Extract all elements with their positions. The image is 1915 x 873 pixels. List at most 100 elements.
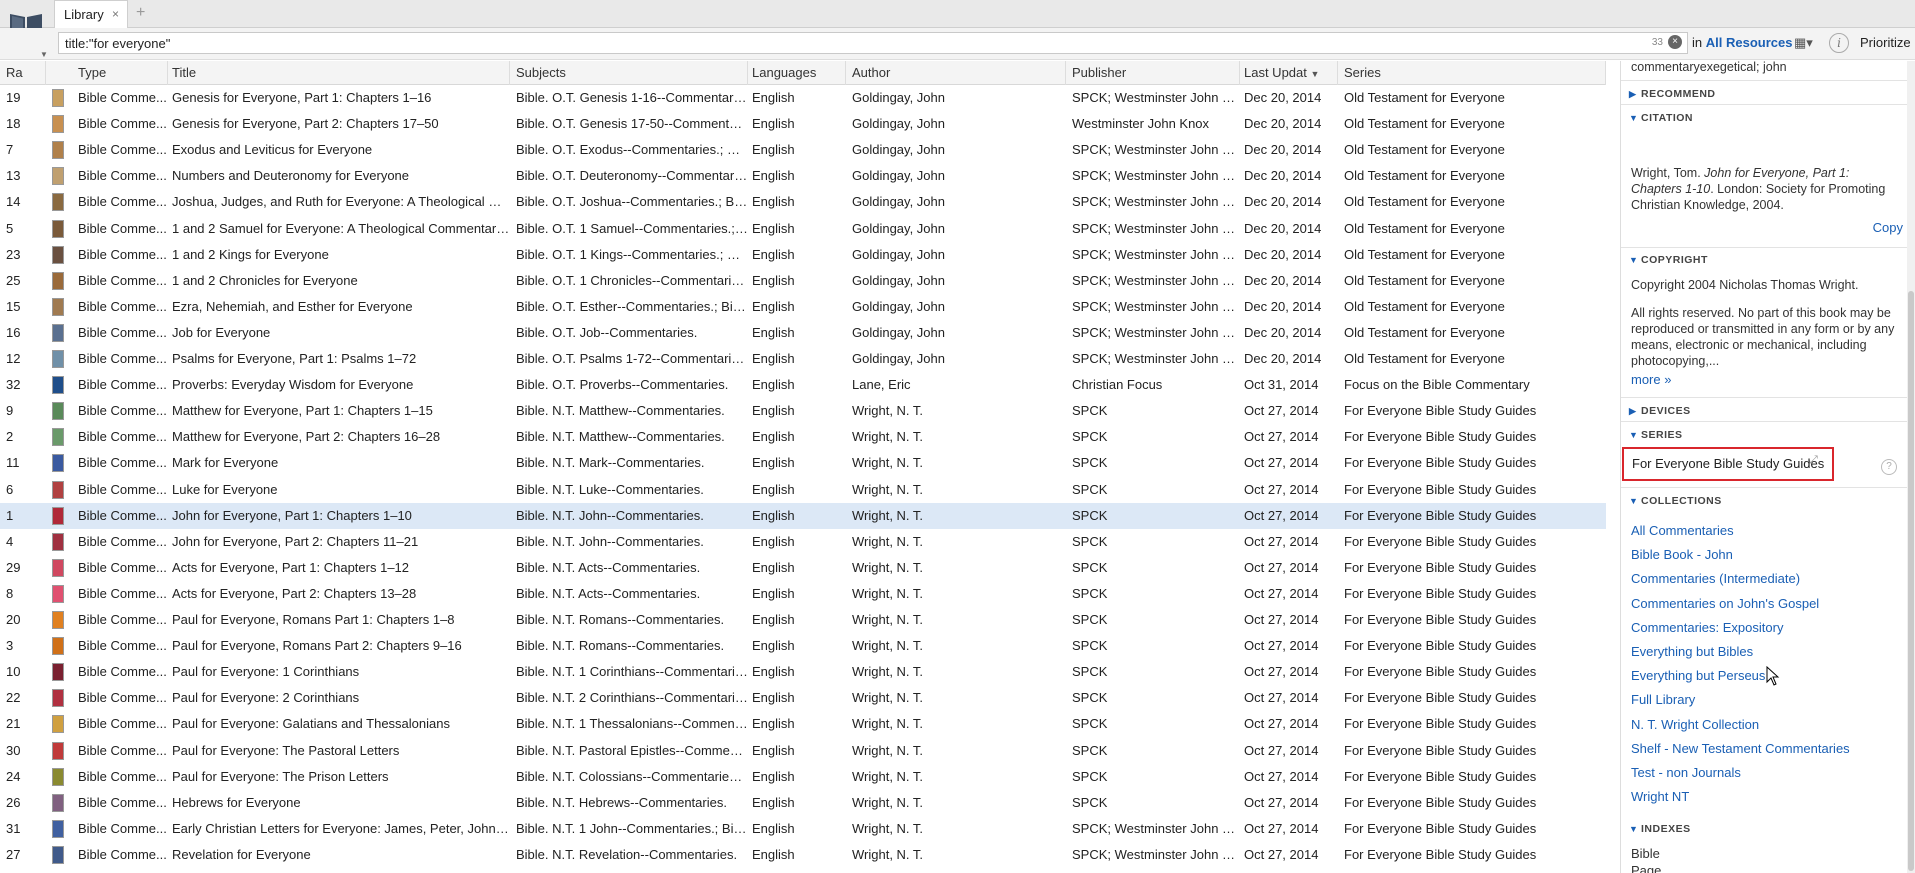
table-row[interactable]: 31 Bible Comme... Early Christian Letters … [0, 816, 1606, 842]
help-icon[interactable]: ? [1881, 459, 1897, 475]
sort-caret-icon[interactable]: ▼ [40, 50, 48, 59]
more-link[interactable]: more » [1631, 372, 1671, 387]
table-row[interactable]: 9 Bible Comme... Matthew for Everyone, Par… [0, 398, 1606, 424]
col-header-rank[interactable]: Ra [0, 61, 46, 85]
info-icon[interactable]: i [1829, 33, 1849, 53]
table-row[interactable]: 7 Bible Comme... Exodus and Leviticus for … [0, 137, 1606, 163]
col-header-last-updated[interactable]: Last Updat ▼ [1238, 61, 1338, 85]
scrollbar-thumb[interactable] [1908, 291, 1914, 871]
cell-series: For Everyone Bible Study Guides [1344, 612, 1537, 627]
tab-close-icon[interactable]: × [112, 7, 119, 21]
table-row[interactable]: 18 Bible Comme... Genesis for Everyone, Pa… [0, 111, 1606, 137]
collection-link[interactable]: Everything but Bibles [1631, 644, 1753, 659]
cell-last-updated: Dec 20, 2014 [1244, 116, 1322, 132]
collection-link[interactable]: Wright NT [1631, 789, 1689, 804]
col-header-series[interactable]: Series [1338, 61, 1606, 85]
table-row[interactable]: 27 Bible Comme... Revelation for Everyone B… [0, 842, 1606, 868]
index-page[interactable]: Page [1631, 863, 1901, 873]
cell-series: For Everyone Bible Study Guides [1344, 716, 1537, 732]
cell-subjects: Bible. O.T. Exodus--Commentaries.; Bibl.… [516, 142, 748, 158]
cell-publisher: SPCK [1072, 716, 1108, 732]
col-header-title[interactable]: Title [166, 61, 510, 85]
book-cover-icon [52, 115, 64, 134]
section-devices[interactable]: ▶ DEVICES [1629, 405, 1691, 417]
prioritize-button[interactable]: Prioritize [1860, 35, 1911, 50]
cell-language: English [752, 638, 795, 654]
copy-citation-button[interactable]: Copy [1873, 220, 1903, 235]
section-citation[interactable]: ▼ CITATION [1629, 112, 1693, 124]
collection-link[interactable]: Bible Book - John [1631, 547, 1733, 562]
col-header-type[interactable]: Type [72, 61, 168, 85]
cell-language: English [752, 768, 795, 784]
cell-rank: 24 [6, 768, 21, 784]
section-indexes[interactable]: ▼ INDEXES [1629, 823, 1691, 835]
cell-last-updated: Dec 20, 2014 [1244, 324, 1322, 340]
collection-link[interactable]: Full Library [1631, 692, 1695, 707]
index-bible[interactable]: Bible [1631, 846, 1901, 862]
table-row[interactable]: 24 Bible Comme... Paul for Everyone: The P… [0, 764, 1606, 790]
col-header-publisher[interactable]: Publisher [1066, 61, 1240, 85]
table-row[interactable]: 21 Bible Comme... Paul for Everyone: Galat… [0, 711, 1606, 737]
table-row[interactable]: 15 Bible Comme... Ezra, Nehemiah, and Esth… [0, 294, 1606, 320]
section-collections[interactable]: ▼ COLLECTIONS [1629, 495, 1722, 507]
section-recommend[interactable]: ▶ RECOMMEND [1629, 88, 1716, 100]
cell-rank: 8 [6, 585, 14, 601]
table-row[interactable]: 16 Bible Comme... Job for Everyone Bible. O… [0, 320, 1606, 346]
new-tab-icon[interactable]: + [136, 4, 145, 22]
search-input[interactable]: title:"for everyone" 33 × [58, 32, 1688, 54]
book-cover-icon [52, 323, 64, 342]
table-row[interactable]: 1 Bible Comme... John for Everyone, Part 1… [0, 502, 1606, 529]
view-mode-icon[interactable]: ▦▾ [1794, 35, 1813, 51]
table-row[interactable]: 10 Bible Comme... Paul for Everyone: 1 Cor… [0, 659, 1606, 685]
table-row[interactable]: 19 Bible Comme... Genesis for Everyone, Pa… [0, 85, 1606, 111]
table-row[interactable]: 25 Bible Comme... 1 and 2 Chronicles for E… [0, 268, 1606, 294]
edit-expand-icon[interactable]: ⤢ [1809, 454, 1818, 467]
collection-link[interactable]: Commentaries (Intermediate) [1631, 571, 1800, 586]
collection-link[interactable]: Test - non Journals [1631, 765, 1741, 780]
table-row[interactable]: 23 Bible Comme... 1 and 2 Kings for Everyo… [0, 242, 1606, 268]
table-row[interactable]: 26 Bible Comme... Hebrews for Everyone Bibl… [0, 790, 1606, 816]
cell-last-updated: Dec 20, 2014 [1244, 351, 1322, 366]
col-header-subjects[interactable]: Subjects [510, 61, 748, 85]
tab-library[interactable]: Library × [54, 0, 128, 28]
collection-link[interactable]: Everything but Perseus [1631, 668, 1765, 683]
section-copyright[interactable]: ▼ COPYRIGHT [1629, 254, 1708, 266]
table-row[interactable]: 5 Bible Comme... 1 and 2 Samuel for Everyo… [0, 216, 1606, 242]
cell-last-updated: Oct 27, 2014 [1244, 742, 1319, 758]
book-cover-icon [52, 167, 64, 186]
cell-title: Paul for Everyone: The Pastoral Letters [172, 742, 400, 758]
cell-last-updated: Dec 20, 2014 [1244, 194, 1322, 210]
table-row[interactable]: 30 Bible Comme... Paul for Everyone: The P… [0, 738, 1606, 764]
cell-subjects: Bible. O.T. 1 Chronicles--Commentaries.;… [516, 272, 748, 288]
collection-link[interactable]: Commentaries: Expository [1631, 620, 1783, 635]
cell-series: Old Testament for Everyone [1344, 90, 1505, 105]
table-row[interactable]: 32 Bible Comme... Proverbs: Everyday Wisdo… [0, 372, 1606, 398]
table-row[interactable]: 6 Bible Comme... Luke for Everyone Bible. N… [0, 477, 1606, 503]
series-field[interactable]: For Everyone Bible Study Guides ⤢ [1622, 447, 1834, 481]
result-count: 33 [1651, 37, 1663, 48]
table-row[interactable]: 22 Bible Comme... Paul for Everyone: 2 Cor… [0, 685, 1606, 711]
table-row[interactable]: 12 Bible Comme... Psalms for Everyone, Par… [0, 346, 1606, 372]
table-row[interactable]: 13 Bible Comme... Numbers and Deuteronomy … [0, 163, 1606, 189]
clear-search-icon[interactable]: × [1668, 35, 1682, 49]
collection-link[interactable]: N. T. Wright Collection [1631, 717, 1759, 732]
collection-link[interactable]: Shelf - New Testament Commentaries [1631, 741, 1850, 756]
resource-scope-link[interactable]: All Resources [1706, 35, 1793, 50]
col-header-author[interactable]: Author [846, 61, 1066, 85]
book-cover-icon [52, 767, 64, 786]
cell-publisher: SPCK; Westminster John Knox [1072, 272, 1240, 288]
col-header-languages[interactable]: Languages [746, 61, 846, 85]
collection-link[interactable]: All Commentaries [1631, 523, 1734, 538]
table-row[interactable]: 29 Bible Comme... Acts for Everyone, Part … [0, 555, 1606, 581]
table-row[interactable]: 20 Bible Comme... Paul for Everyone, Roman… [0, 607, 1606, 633]
table-row[interactable]: 4 Bible Comme... John for Everyone, Part 2… [0, 529, 1606, 555]
panel-scrollbar[interactable] [1907, 61, 1915, 873]
table-row[interactable]: 8 Bible Comme... Acts for Everyone, Part 2… [0, 581, 1606, 607]
table-row[interactable]: 3 Bible Comme... Paul for Everyone, Romans… [0, 633, 1606, 659]
table-row[interactable]: 14 Bible Comme... Joshua, Judges, and Ruth… [0, 189, 1606, 215]
section-series[interactable]: ▼ SERIES [1629, 429, 1683, 441]
cell-type: Bible Comme... [78, 429, 167, 445]
table-row[interactable]: 2 Bible Comme... Matthew for Everyone, Par… [0, 424, 1606, 450]
table-row[interactable]: 11 Bible Comme... Mark for Everyone Bible. … [0, 450, 1606, 476]
collection-link[interactable]: Commentaries on John's Gospel [1631, 596, 1819, 611]
